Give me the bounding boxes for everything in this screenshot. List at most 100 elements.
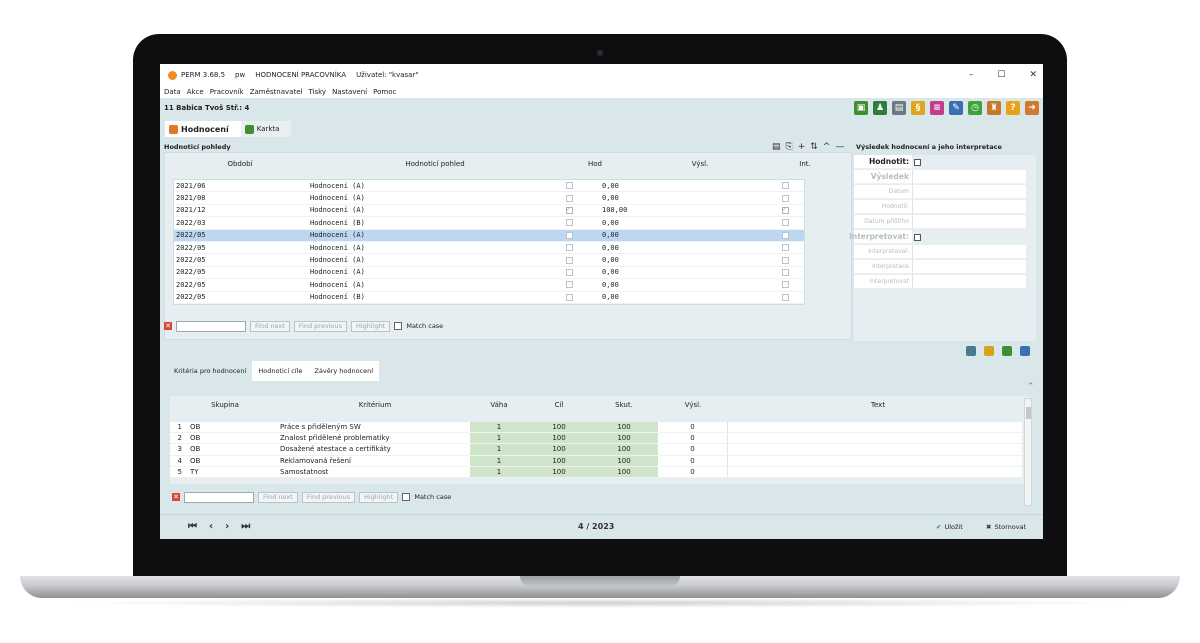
attach-icon[interactable]: ⎘ [786, 142, 793, 152]
field-value[interactable] [912, 230, 1026, 244]
tab-zavery[interactable]: Závěry hodnocení [308, 361, 380, 381]
cell-actual[interactable]: 100 [590, 455, 658, 466]
menu-pracovnik[interactable]: Pracovník [210, 88, 244, 96]
cell-goal[interactable]: 100 [528, 466, 590, 477]
field-value[interactable] [912, 185, 1026, 199]
highlight-button[interactable]: Highlight [350, 320, 391, 332]
print-icon[interactable]: ▤ [772, 142, 781, 152]
add-icon[interactable]: + [798, 142, 806, 152]
cell-int[interactable] [766, 254, 804, 265]
form-icon[interactable]: ≡ [930, 101, 944, 115]
exit-icon[interactable]: ➜ [1025, 101, 1039, 115]
tab-cile[interactable]: Hodnoticí cíle [252, 361, 309, 381]
table-row[interactable]: 4 OB Reklamovaná řešení 1 100 100 0 [170, 455, 1022, 467]
cell-text[interactable] [728, 433, 1018, 443]
cell-goal[interactable]: 100 [528, 433, 590, 444]
cell-actual[interactable]: 100 [590, 422, 658, 433]
col-skut[interactable]: Skut. [590, 396, 658, 414]
find-input[interactable] [184, 491, 254, 503]
table-row[interactable]: 2022/05 Hodnocení (A) 0,00 [174, 279, 804, 292]
close-find-icon[interactable]: ✕ [164, 322, 172, 330]
table-row[interactable]: 2021/06 Hodnocení (A) 0,00 [174, 180, 804, 193]
cell-text[interactable] [728, 467, 1018, 477]
col-text[interactable]: Text [728, 396, 1028, 414]
prev-record-button[interactable]: ‹ [209, 521, 213, 532]
cell-text[interactable] [728, 444, 1018, 454]
menu-pomoc[interactable]: Pomoc [373, 88, 396, 96]
cell-text[interactable] [728, 422, 1018, 432]
cell-weight[interactable]: 1 [470, 455, 528, 466]
table-row[interactable]: 2022/03 Hodnocení (B) 0,00 [174, 217, 804, 230]
col-hod[interactable]: Hod [555, 153, 635, 175]
table-row[interactable]: 2022/05 Hodnocení (A) 0,00 [174, 229, 804, 242]
hod-checkbox[interactable] [565, 293, 573, 301]
table-row[interactable]: 2021/12 Hodnocení (A) ✓ 100,00 ✓ [174, 205, 804, 218]
cell-actual[interactable]: 100 [590, 433, 658, 444]
save-button[interactable]: ✔ Uložit [936, 523, 963, 531]
table-row[interactable]: 5 TY Samostatnost 1 100 100 0 [170, 466, 1022, 478]
close-button[interactable]: ✕ [1029, 70, 1037, 80]
cell-int[interactable] [766, 292, 804, 303]
cell-int[interactable] [766, 217, 804, 228]
cell-hod[interactable] [536, 254, 602, 265]
field-value[interactable] [912, 200, 1026, 214]
tree-icon[interactable] [1020, 346, 1030, 356]
chevron-up-icon[interactable]: ⌃ [1027, 382, 1035, 392]
table-row[interactable]: 3 OB Dosažené atestace a certifikáty 1 100 10… [170, 444, 1022, 456]
menu-tisky[interactable]: Tisky [308, 88, 326, 96]
match-case-checkbox[interactable] [402, 493, 411, 501]
cell-int[interactable] [766, 230, 804, 241]
hod-checkbox[interactable] [565, 256, 573, 264]
table-row[interactable]: 2022/05 Hodnocení (A) 0,00 [174, 242, 804, 255]
last-record-button[interactable]: ⏭ [241, 521, 250, 532]
col-obdobi[interactable]: Období [165, 153, 315, 175]
field-value[interactable] [912, 245, 1026, 259]
tab-karkta[interactable]: Karkta [240, 121, 292, 137]
field-value[interactable] [912, 215, 1026, 229]
cell-hod[interactable] [536, 230, 602, 241]
report-icon[interactable] [984, 346, 994, 356]
match-case-checkbox[interactable] [394, 322, 403, 330]
int-checkbox[interactable] [781, 256, 789, 264]
col-vaha[interactable]: Váha [470, 396, 528, 414]
table-row[interactable]: 2022/05 Hodnocení (A) 0,00 [174, 254, 804, 267]
cell-weight[interactable]: 1 [470, 444, 528, 455]
cell-weight[interactable]: 1 [470, 466, 528, 477]
field-value[interactable] [912, 275, 1026, 289]
table-row[interactable]: 2 OB Znalost přidělené problematiky 1 100 100… [170, 433, 1022, 445]
cell-weight[interactable]: 1 [470, 422, 528, 433]
scrollbar-thumb[interactable] [1026, 407, 1031, 419]
cell-hod[interactable] [536, 217, 602, 228]
table-row[interactable]: 2022/05 Hodnocení (B) 0,00 [174, 292, 804, 304]
int-checkbox[interactable] [781, 219, 789, 227]
document-icon[interactable]: ▤ [892, 101, 906, 115]
export-icon[interactable] [966, 346, 976, 356]
bag-icon[interactable]: ♜ [987, 101, 1001, 115]
cell-hod[interactable] [536, 192, 602, 203]
clock-icon[interactable]: ◷ [968, 101, 982, 115]
hod-checkbox[interactable] [565, 194, 573, 202]
cell-hod[interactable] [536, 292, 602, 303]
hod-checkbox[interactable] [565, 231, 573, 239]
collapse-icon[interactable]: ^ [823, 142, 831, 152]
hod-checkbox[interactable] [565, 219, 573, 227]
cell-int[interactable] [766, 192, 804, 203]
cell-weight[interactable]: 1 [470, 433, 528, 444]
field-checkbox[interactable] [914, 233, 921, 241]
col-int[interactable]: Int. [765, 153, 845, 175]
table-row[interactable]: 2021/08 Hodnocení (A) 0,00 [174, 192, 804, 205]
cell-goal[interactable]: 100 [528, 444, 590, 455]
cell-int[interactable] [766, 279, 804, 290]
int-checkbox[interactable] [781, 194, 789, 202]
criteria-scrollbar[interactable] [1024, 398, 1032, 506]
col-kriterium[interactable]: Kritérium [280, 396, 470, 414]
cell-goal[interactable]: 100 [528, 422, 590, 433]
cell-int[interactable] [766, 242, 804, 253]
cell-actual[interactable]: 100 [590, 444, 658, 455]
sort-icon[interactable]: ⇅ [810, 142, 818, 152]
field-value[interactable] [912, 170, 1026, 184]
highlight-button[interactable]: Highlight [358, 491, 399, 503]
edit-icon[interactable]: ✎ [949, 101, 963, 115]
col-pohled[interactable]: Hodnoticí pohled [315, 153, 555, 175]
int-checkbox[interactable]: ✓ [781, 205, 789, 214]
